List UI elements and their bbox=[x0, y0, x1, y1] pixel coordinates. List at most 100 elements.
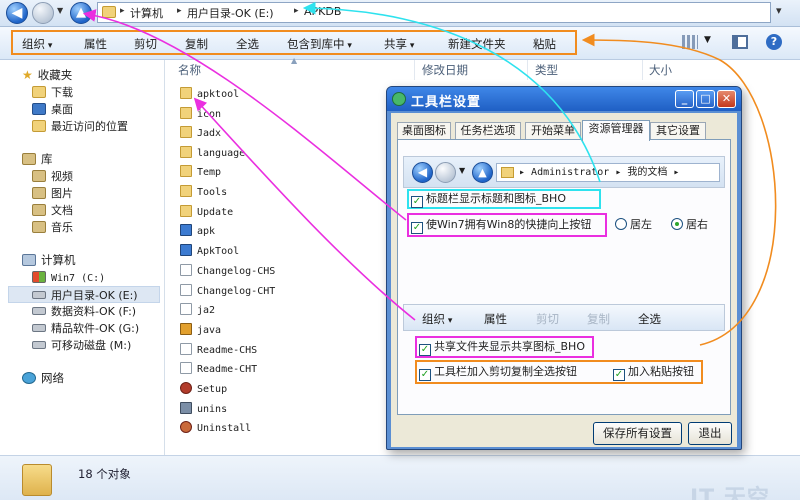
tab-start-menu[interactable]: 开始菜单 bbox=[525, 122, 581, 140]
list-item[interactable]: Tools bbox=[180, 184, 227, 202]
up-button[interactable]: ▲ bbox=[70, 2, 92, 24]
sidebar-item-drive-e[interactable]: 用户目录-OK (E:) bbox=[8, 286, 160, 303]
win8-up-button-checkbox[interactable]: ✓ 使Win7拥有Win8的快捷向上按钮 bbox=[411, 217, 591, 234]
address-field[interactable]: ▸ 计算机 ▸ 用户目录-OK (E:) ▸ APKDB bbox=[97, 2, 771, 23]
option-label: 加入粘贴按钮 bbox=[628, 365, 694, 378]
back-button[interactable]: ◀ bbox=[6, 2, 28, 24]
breadcrumb-computer[interactable]: 计算机 bbox=[130, 5, 163, 21]
list-item[interactable]: apktool bbox=[180, 86, 239, 104]
dropdown-icon: ▼ bbox=[459, 166, 466, 175]
documents-icon bbox=[32, 204, 46, 216]
show-title-icon-checkbox[interactable]: ✓ 标题栏显示标题和图标_BHO bbox=[411, 191, 566, 208]
change-view-icon[interactable] bbox=[682, 35, 698, 49]
column-header-name[interactable]: 名称 bbox=[178, 62, 201, 78]
column-divider[interactable] bbox=[414, 60, 415, 80]
sidebar-item-pictures[interactable]: 图片 bbox=[32, 185, 73, 202]
list-item[interactable]: Update bbox=[180, 204, 233, 222]
network-icon bbox=[22, 372, 36, 384]
list-item[interactable]: ApkTool bbox=[180, 243, 239, 261]
list-item[interactable]: Setup bbox=[180, 381, 227, 399]
organize-button[interactable]: 组织 bbox=[22, 36, 52, 52]
list-item[interactable]: Temp bbox=[180, 164, 221, 182]
folder-icon bbox=[180, 185, 192, 197]
uninstall-icon bbox=[180, 421, 192, 433]
address-dropdown-icon[interactable]: ▾ bbox=[776, 4, 782, 17]
breadcrumb-drive[interactable]: 用户目录-OK (E:) bbox=[187, 5, 274, 21]
maximize-button[interactable]: □ bbox=[696, 90, 715, 108]
tab-explorer[interactable]: 资源管理器 bbox=[582, 120, 650, 141]
list-item[interactable]: Changelog-CHS bbox=[180, 263, 275, 281]
column-header-type[interactable]: 类型 bbox=[535, 62, 558, 78]
sidebar-item-libraries[interactable]: 库 bbox=[22, 151, 53, 168]
list-item[interactable]: icon bbox=[180, 106, 221, 124]
list-item[interactable]: ja2 bbox=[180, 302, 215, 320]
column-divider[interactable] bbox=[642, 60, 643, 80]
exit-button[interactable]: 退出 bbox=[688, 422, 732, 445]
breadcrumb-separator-icon[interactable]: ▸ bbox=[120, 6, 125, 16]
sidebar-item-computer[interactable]: 计算机 bbox=[22, 252, 76, 269]
cut-copy-select-checkbox[interactable]: ✓ 工具栏加入剪切复制全选按钮 bbox=[419, 364, 577, 381]
column-divider[interactable] bbox=[527, 60, 528, 80]
sidebar-item-music[interactable]: 音乐 bbox=[32, 219, 73, 236]
list-item[interactable]: Uninstall bbox=[180, 420, 251, 438]
include-in-library-button[interactable]: 包含到库中 bbox=[287, 36, 352, 52]
save-all-button[interactable]: 保存所有设置 bbox=[593, 422, 682, 445]
copy-button[interactable]: 复制 bbox=[185, 36, 208, 52]
sidebar-item-videos[interactable]: 视频 bbox=[32, 168, 73, 185]
preview-copy: 复制 bbox=[587, 312, 610, 326]
share-icon-checkbox[interactable]: ✓ 共享文件夹显示共享图标_BHO bbox=[419, 339, 585, 356]
column-header-date[interactable]: 修改日期 bbox=[422, 62, 468, 78]
share-button[interactable]: 共享 bbox=[384, 36, 414, 52]
sidebar-item-downloads[interactable]: 下载 bbox=[32, 84, 73, 101]
sidebar-item-drive-g[interactable]: 精品软件-OK (G:) bbox=[32, 320, 139, 337]
list-item[interactable]: java bbox=[180, 322, 221, 340]
sidebar-item-favorites[interactable]: ★ 收藏夹 bbox=[22, 67, 72, 84]
list-item[interactable]: Jadx bbox=[180, 125, 221, 143]
list-item[interactable]: language bbox=[180, 145, 245, 163]
align-left-radio[interactable]: 居左 bbox=[615, 217, 652, 233]
list-item[interactable]: apk bbox=[180, 223, 215, 241]
align-right-radio[interactable]: 居右 bbox=[671, 217, 708, 233]
option-label: 居右 bbox=[686, 218, 708, 231]
new-folder-button[interactable]: 新建文件夹 bbox=[448, 36, 506, 52]
folder-icon bbox=[180, 107, 192, 119]
paste-button-checkbox[interactable]: ✓ 加入粘贴按钮 bbox=[613, 364, 694, 381]
music-icon bbox=[32, 221, 46, 233]
help-icon[interactable]: ? bbox=[766, 34, 782, 50]
breadcrumb-separator-icon[interactable]: ▸ bbox=[177, 6, 182, 16]
cut-button[interactable]: 剪切 bbox=[134, 36, 157, 52]
forward-button[interactable] bbox=[32, 2, 54, 24]
view-dropdown-icon[interactable]: ▼ bbox=[704, 35, 711, 45]
dialog-title-bar[interactable]: 工具栏设置 _ □ ✕ bbox=[387, 87, 741, 111]
tab-desktop-icons[interactable]: 桌面图标 bbox=[397, 122, 451, 140]
tab-taskbar-options[interactable]: 任务栏选项 bbox=[455, 122, 521, 140]
sidebar-item-network[interactable]: 网络 bbox=[22, 370, 64, 387]
sidebar-item-drive-m[interactable]: 可移动磁盘 (M:) bbox=[32, 337, 131, 354]
preview-pane-icon[interactable] bbox=[732, 35, 748, 49]
star-icon: ★ bbox=[22, 68, 33, 82]
drive-icon bbox=[32, 307, 46, 315]
sidebar-item-documents[interactable]: 文档 bbox=[32, 202, 73, 219]
paste-button[interactable]: 粘贴 bbox=[533, 36, 556, 52]
select-all-button[interactable]: 全选 bbox=[236, 36, 259, 52]
sidebar-item-drive-c[interactable]: Win7 (C:) bbox=[32, 269, 105, 286]
radio-icon bbox=[615, 218, 627, 230]
list-item[interactable]: Readme-CHT bbox=[180, 361, 257, 379]
sidebar-item-desktop[interactable]: 桌面 bbox=[32, 101, 73, 118]
sidebar-item-drive-f[interactable]: 数据资料-OK (F:) bbox=[32, 303, 136, 320]
breadcrumb-folder[interactable]: APKDB bbox=[304, 5, 341, 18]
folder-icon bbox=[180, 165, 192, 177]
sidebar-item-recent[interactable]: 最近访问的位置 bbox=[32, 118, 128, 135]
list-item[interactable]: Readme-CHS bbox=[180, 342, 257, 360]
properties-button[interactable]: 属性 bbox=[84, 36, 107, 52]
close-button[interactable]: ✕ bbox=[717, 90, 736, 108]
preview-cut: 剪切 bbox=[536, 312, 559, 326]
preview-properties: 属性 bbox=[484, 312, 507, 326]
breadcrumb-separator-icon[interactable]: ▸ bbox=[294, 6, 299, 16]
list-item[interactable]: unins bbox=[180, 401, 227, 419]
column-header-size[interactable]: 大小 bbox=[649, 62, 672, 78]
tab-other-settings[interactable]: 其它设置 bbox=[650, 122, 706, 140]
list-item[interactable]: Changelog-CHT bbox=[180, 283, 275, 301]
minimize-button[interactable]: _ bbox=[675, 90, 694, 108]
history-dropdown-icon[interactable]: ▼ bbox=[57, 6, 63, 15]
